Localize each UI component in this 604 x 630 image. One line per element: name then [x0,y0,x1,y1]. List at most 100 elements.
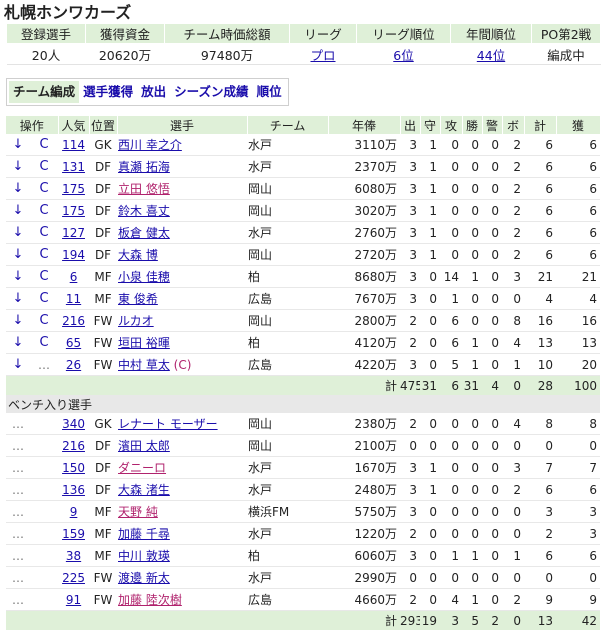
more-icon[interactable]: … [12,571,24,585]
move-down-icon[interactable]: ↓ [13,291,24,306]
popularity-link[interactable]: 340 [62,417,85,431]
captain-button[interactable]: C [39,159,48,174]
player-name-link[interactable]: 小泉 佳穂 [118,270,170,284]
move-down-icon[interactable]: ↓ [13,335,24,350]
move-down-icon[interactable]: ↓ [13,313,24,328]
captain-badge: (C) [174,358,192,372]
popularity-link[interactable]: 175 [62,182,85,196]
more-icon[interactable]: … [12,549,24,563]
op-cell [30,501,58,523]
tab-team-formation[interactable]: チーム編成 [9,81,79,103]
tab-standings[interactable]: 順位 [253,81,286,103]
player-name-link[interactable]: 大森 博 [118,248,158,262]
player-name-link[interactable]: ルカオ [118,314,154,328]
player-name-link[interactable]: 垣田 裕暉 [118,336,170,350]
more-icon[interactable]: … [12,505,24,519]
player-name-link[interactable]: 天野 純 [118,505,158,519]
move-down-icon[interactable]: ↓ [13,159,24,174]
move-down-icon[interactable]: ↓ [13,137,24,152]
player-name-link[interactable]: 板倉 健太 [118,226,170,240]
op-cell: C [30,288,58,310]
popularity-link[interactable]: 65 [66,336,81,350]
popularity-link[interactable]: 136 [62,483,85,497]
position-cell: DF [89,200,117,222]
popularity-link[interactable]: 175 [62,204,85,218]
popularity-link[interactable]: 11 [66,292,81,306]
player-name-link[interactable]: 加藤 千尋 [118,527,170,541]
team-cell: 広島 [247,288,328,310]
more-icon[interactable]: … [12,483,24,497]
more-icon[interactable]: … [38,358,50,372]
popularity-link[interactable]: 91 [66,593,81,607]
league-link[interactable]: プロ [310,48,335,63]
popularity-cell: 38 [58,545,89,567]
player-name-link[interactable]: 中川 敦瑛 [118,549,170,563]
captain-button[interactable]: C [39,269,48,284]
popularity-link[interactable]: 9 [70,505,78,519]
tab-season-stats[interactable]: シーズン成績 [170,81,252,103]
move-down-icon[interactable]: ↓ [13,203,24,218]
move-down-icon[interactable]: ↓ [13,357,24,372]
stat-cell: 0 [524,567,556,589]
popularity-link[interactable]: 150 [62,461,85,475]
stat-cell: 3 [524,501,556,523]
player-name-link[interactable]: ダニーロ [118,461,166,475]
team-cell: 水戸 [247,134,328,156]
captain-button[interactable]: C [39,313,48,328]
popularity-link[interactable]: 6 [70,270,78,284]
more-icon[interactable]: … [12,593,24,607]
player-name-link[interactable]: 真瀬 拓海 [118,160,170,174]
tab-release[interactable]: 放出 [137,81,170,103]
captain-button[interactable]: C [39,181,48,196]
salary-cell: 3110万 [328,134,400,156]
player-name-link[interactable]: 東 俊希 [118,292,158,306]
salary-cell: 2480万 [328,479,400,501]
move-down-icon[interactable]: ↓ [13,269,24,284]
stat-cell: 21 [524,266,556,288]
player-name-link[interactable]: 大森 渚生 [118,483,170,497]
player-name-link[interactable]: 立田 悠悟 [118,182,170,196]
player-name-link[interactable]: 加藤 陸次樹 [118,593,182,607]
captain-button[interactable]: C [39,225,48,240]
popularity-link[interactable]: 114 [62,138,85,152]
popularity-link[interactable]: 127 [62,226,85,240]
player-name-link[interactable]: 中村 草太 [118,358,170,372]
move-down-icon[interactable]: ↓ [13,247,24,262]
stat-cell: 6 [556,156,600,178]
move-down-icon[interactable]: ↓ [13,225,24,240]
popularity-link[interactable]: 26 [66,358,81,372]
more-icon[interactable]: … [12,527,24,541]
player-name-link[interactable]: 渡邊 新太 [118,571,170,585]
popularity-link[interactable]: 131 [62,160,85,174]
stat-cell: 6 [524,200,556,222]
move-down-icon[interactable]: ↓ [13,181,24,196]
captain-button[interactable]: C [39,247,48,262]
player-name-link[interactable]: レナート モーザー [118,417,218,431]
popularity-link[interactable]: 159 [62,527,85,541]
captain-button[interactable]: C [39,335,48,350]
popularity-link[interactable]: 216 [62,439,85,453]
op-cell: C [30,332,58,354]
annual-rank-link[interactable]: 44位 [477,48,505,63]
captain-button[interactable]: C [39,291,48,306]
bench-row: …216DF濱田 太郎岡山2100万00000000 [6,435,600,457]
popularity-link[interactable]: 194 [62,248,85,262]
captain-button[interactable]: C [39,203,48,218]
position-cell: FW [89,567,117,589]
stat-cell: 0 [482,413,502,435]
captain-button[interactable]: C [39,137,48,152]
player-name-link[interactable]: 西川 幸之介 [118,138,182,152]
more-icon[interactable]: … [12,461,24,475]
tab-player-acquisition[interactable]: 選手獲得 [79,81,137,103]
stat-cell: 6 [440,332,462,354]
more-icon[interactable]: … [12,417,24,431]
league-rank-link[interactable]: 6位 [393,48,413,63]
more-icon[interactable]: … [12,439,24,453]
popularity-link[interactable]: 38 [66,549,81,563]
popularity-link[interactable]: 216 [62,314,85,328]
player-name-link[interactable]: 濱田 太郎 [118,439,170,453]
stat-cell: 3 [400,545,420,567]
col-header-appearances: 出 [400,116,420,134]
player-name-link[interactable]: 鈴木 喜丈 [118,204,170,218]
popularity-link[interactable]: 225 [62,571,85,585]
